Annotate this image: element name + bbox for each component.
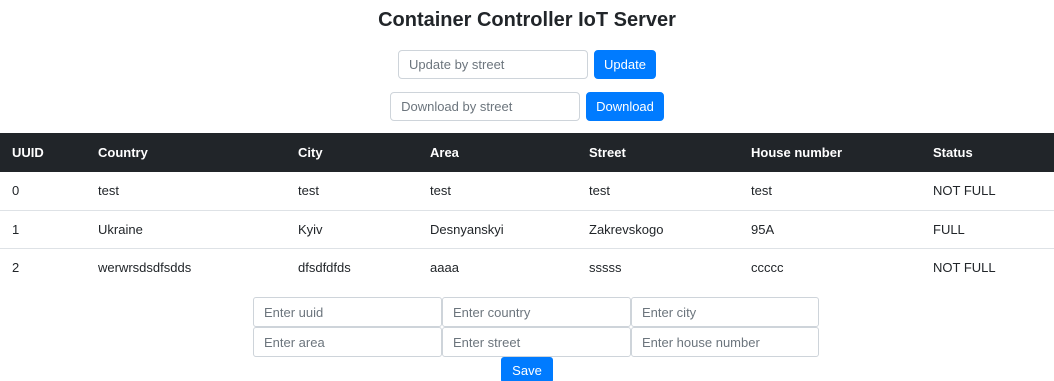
cell-city: test	[286, 172, 418, 211]
cell-house-number: 95A	[739, 210, 921, 249]
house-number-input[interactable]	[631, 327, 819, 357]
cell-status: NOT FULL	[933, 259, 996, 275]
save-button[interactable]: Save	[501, 357, 553, 381]
cell-street: Zakrevskogo	[577, 210, 739, 249]
column-header-area: Area	[418, 133, 577, 172]
cell-street: test	[577, 172, 739, 211]
table-row: 2 werwrsdsdfsdds dfsdfdfds aaaa sssss cc…	[0, 248, 1054, 286]
table-row: 0 test test test test test NOT FULL	[0, 172, 1054, 211]
page: Container Controller IoT Server Update D…	[0, 0, 1054, 381]
cell-street: sssss	[589, 259, 622, 275]
cell-country: werwrsdsdfsdds	[98, 259, 192, 275]
download-street-input[interactable]	[390, 91, 581, 121]
column-header-house-number: House number	[739, 133, 921, 172]
country-input[interactable]	[442, 297, 631, 327]
cell-status: FULL	[921, 210, 1054, 249]
cell-status: NOT FULL	[921, 172, 1054, 211]
cell-city: Kyiv	[286, 210, 418, 249]
cell-area: test	[418, 172, 577, 211]
table-header: UUID Country City Area Street House numb…	[0, 133, 1054, 172]
cell-city: dfsdfdfds	[298, 259, 351, 275]
column-header-country: Country	[86, 133, 286, 172]
save-row: Save	[0, 357, 1054, 381]
table-row: 1 Ukraine Kyiv Desnyanskyi Zakrevskogo 9…	[0, 210, 1054, 249]
street-input[interactable]	[442, 327, 631, 357]
table-header-row: UUID Country City Area Street House numb…	[0, 133, 1054, 172]
create-container-form	[253, 297, 819, 357]
city-input[interactable]	[631, 297, 819, 327]
column-header-status: Status	[921, 133, 1054, 172]
update-form: Update	[0, 49, 1054, 79]
cell-country: Ukraine	[86, 210, 286, 249]
cell-uuid: 2	[12, 259, 20, 275]
table-body: 0 test test test test test NOT FULL 1 Uk…	[0, 172, 1054, 286]
column-header-uuid: UUID	[0, 133, 86, 172]
column-header-city: City	[286, 133, 418, 172]
cell-area: Desnyanskyi	[418, 210, 577, 249]
update-button[interactable]: Update	[594, 49, 656, 79]
area-input[interactable]	[253, 327, 442, 357]
column-header-street: Street	[577, 133, 739, 172]
uuid-input[interactable]	[253, 297, 442, 327]
cell-uuid: 0	[0, 172, 86, 211]
cell-country: test	[86, 172, 286, 211]
update-street-input[interactable]	[398, 49, 589, 79]
download-button[interactable]: Download	[586, 91, 664, 121]
cell-house-number: ccccc	[751, 259, 784, 275]
page-title: Container Controller IoT Server	[378, 9, 676, 31]
cell-area: aaaa	[430, 259, 459, 275]
containers-table: UUID Country City Area Street House numb…	[0, 133, 1054, 286]
download-form: Download	[0, 91, 1054, 121]
cell-uuid: 1	[0, 210, 86, 249]
cell-house-number: test	[739, 172, 921, 211]
containers-table-wrapper: UUID Country City Area Street House numb…	[0, 133, 1054, 286]
